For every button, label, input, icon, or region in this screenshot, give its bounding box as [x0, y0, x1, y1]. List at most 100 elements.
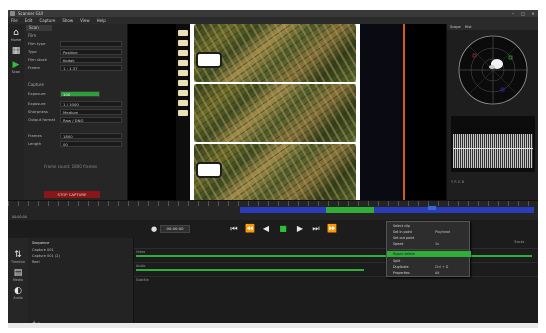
- timeline-time: 00:00:00: [12, 215, 27, 219]
- menu-view[interactable]: View: [80, 17, 90, 24]
- tree-item[interactable]: Capture 001 (2): [32, 254, 60, 258]
- bottom-navigation: ⇅ Timeline ▤ Media ◐ Audio: [8, 238, 28, 328]
- nav-media[interactable]: ▤ Media: [10, 268, 26, 282]
- sprocket-hole: [178, 40, 188, 46]
- setting-row: Output format Raw / DNG: [28, 116, 124, 123]
- tree-item[interactable]: Reel: [32, 260, 40, 264]
- sequence-tree: Sequence Capture 001 Capture 001 (2) Ree…: [28, 238, 134, 328]
- nav-grid[interactable]: ▦: [9, 46, 23, 56]
- home-icon: ⌂: [13, 28, 19, 38]
- tab-hist[interactable]: Hist: [465, 25, 472, 29]
- tree-item[interactable]: Capture 001: [32, 248, 54, 252]
- sharpness-select[interactable]: Medium: [60, 108, 122, 115]
- setting-row: Exposure 1 / 1000: [28, 100, 124, 107]
- sprocket-hole: [178, 70, 188, 76]
- context-menu-item-highlighted[interactable]: Ripple delete: [387, 251, 471, 257]
- vectorscope: [458, 35, 528, 105]
- play-icon: ▶: [12, 60, 20, 70]
- film-edge: [360, 24, 404, 200]
- frame-select[interactable]: 1 : 1.37: [60, 64, 122, 71]
- context-menu-item[interactable]: Properties Alt: [387, 270, 471, 276]
- nav-home-label: Home: [10, 38, 22, 42]
- skip-end-button[interactable]: ⏩: [327, 223, 337, 235]
- timeline-clip[interactable]: [240, 207, 534, 213]
- scopes-footer: Y R G B: [451, 180, 465, 184]
- sprocket-hole: [178, 50, 188, 56]
- tab-scan[interactable]: Scan: [26, 25, 52, 31]
- setting-label: Frame: [28, 65, 40, 70]
- maximize-button[interactable]: □: [518, 10, 528, 17]
- type-select[interactable]: Positive: [60, 48, 122, 55]
- crop-guide-line[interactable]: [403, 24, 405, 200]
- track-label: Audio: [136, 264, 146, 268]
- tracks-header: Tracks: [514, 240, 525, 244]
- film-perforation: [196, 52, 222, 68]
- reverse-play-button[interactable]: ◀: [261, 223, 271, 235]
- setting-row: Length 00: [28, 140, 124, 147]
- track-row[interactable]: Subtitle: [134, 276, 538, 284]
- record-icon[interactable]: ●: [151, 225, 157, 233]
- nav-audio[interactable]: ◐ Audio: [10, 286, 26, 300]
- close-button[interactable]: ×: [528, 10, 538, 17]
- context-menu: Select clip Set in point Playhead Set out…: [386, 221, 471, 277]
- step-forward-button[interactable]: ⏭: [311, 223, 321, 235]
- setting-row: Type Positive: [28, 48, 124, 55]
- scopes-panel: Scope Hist Y R G B: [446, 24, 538, 200]
- length-field[interactable]: 00: [60, 140, 122, 147]
- track-row[interactable]: Video: [134, 248, 538, 257]
- track-label: Subtitle: [136, 278, 149, 282]
- menu-help[interactable]: Help: [97, 17, 106, 24]
- setting-row: Exposure 100: [28, 90, 124, 97]
- sprocket-hole: [178, 90, 188, 96]
- context-menu-item[interactable]: Speed 1x: [387, 241, 471, 247]
- nav-timeline[interactable]: ⇅ Timeline: [10, 250, 26, 264]
- nav-media-label: Media: [13, 278, 23, 282]
- film-perforation: [196, 162, 222, 178]
- film-strip-image: [190, 24, 360, 200]
- shutter-select[interactable]: 1 / 1000: [60, 100, 122, 107]
- menu-file[interactable]: File: [11, 17, 18, 24]
- setting-label: Exposure: [28, 101, 46, 106]
- exposure-slider[interactable]: 100: [60, 90, 100, 97]
- menu-show[interactable]: Show: [62, 17, 73, 24]
- stop-button[interactable]: ■: [278, 223, 288, 235]
- sprocket-hole: [178, 60, 188, 66]
- setting-label: Frames: [28, 133, 42, 138]
- film-stock-select[interactable]: Kodak: [60, 56, 122, 63]
- timecode-field[interactable]: 00:00:00: [160, 225, 190, 233]
- menu-edit[interactable]: Edit: [25, 17, 33, 24]
- timeline-icon: ⇅: [14, 250, 22, 260]
- setting-label: Film type: [28, 41, 46, 46]
- sprocket-hole: [178, 30, 188, 36]
- menu-separator: [389, 249, 469, 250]
- app-logo-icon: [10, 11, 15, 16]
- section-capture-title: Capture: [28, 82, 44, 87]
- setting-label: Exposure: [28, 91, 46, 96]
- nav-home[interactable]: ⌂ Home: [9, 28, 23, 42]
- section-film-title: Film: [28, 33, 37, 38]
- track-label: Video: [136, 250, 146, 254]
- setting-label: Sharpness: [28, 109, 48, 114]
- setting-label: Type: [28, 49, 37, 54]
- sprocket-hole: [178, 100, 188, 106]
- output-format-select[interactable]: Raw / DNG: [60, 116, 122, 123]
- timeline-selection[interactable]: [326, 207, 374, 213]
- frames-field[interactable]: 1800: [60, 132, 122, 139]
- app-window: Scanner GUI – □ × File Edit Capture Show Vie…: [8, 10, 538, 328]
- setting-label: Film stock: [28, 57, 47, 62]
- setting-label: Output format: [28, 117, 56, 122]
- tab-scope[interactable]: Scope: [450, 25, 461, 29]
- play-button[interactable]: ▶: [295, 223, 305, 235]
- timeline-strip: 00:00:00: [8, 200, 538, 220]
- skip-start-button[interactable]: ⏮: [229, 223, 239, 235]
- minimize-button[interactable]: –: [508, 10, 518, 17]
- film-type-select[interactable]: [60, 40, 122, 47]
- stop-capture-button[interactable]: STOP CAPTURE: [44, 191, 100, 198]
- nav-scan[interactable]: ▶ Scan: [9, 60, 23, 74]
- step-back-button[interactable]: ⏪: [245, 223, 255, 235]
- track-row[interactable]: Audio: [134, 262, 538, 271]
- timeline-ruler[interactable]: [8, 201, 538, 206]
- setting-row: Film type: [28, 40, 124, 47]
- menu-capture[interactable]: Capture: [39, 17, 55, 24]
- playhead-marker[interactable]: [428, 206, 436, 210]
